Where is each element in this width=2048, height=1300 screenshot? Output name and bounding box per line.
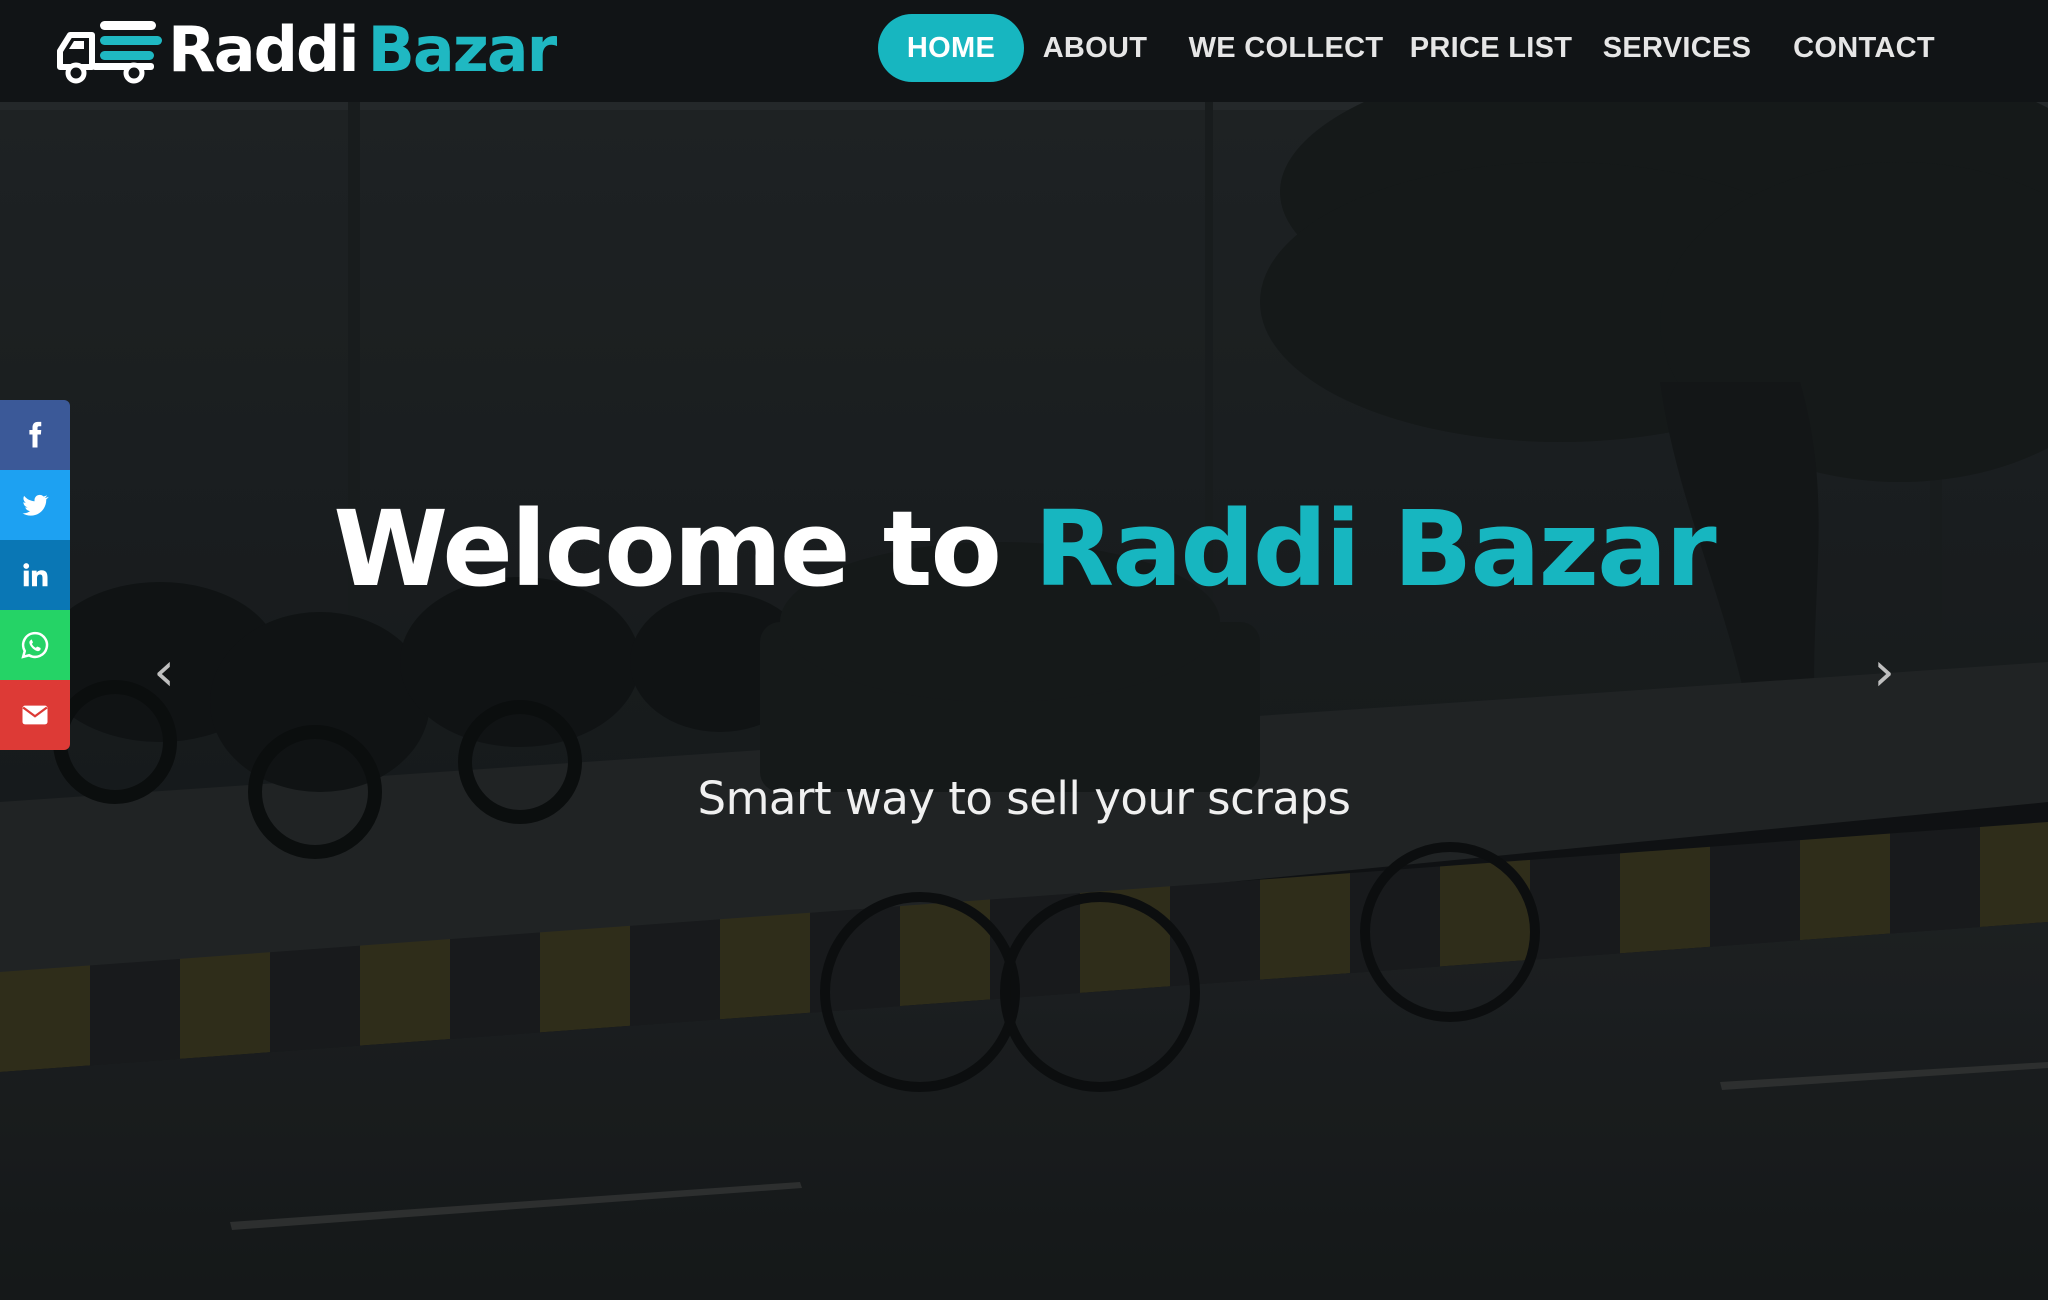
brand-name-part1: Raddi bbox=[168, 13, 360, 86]
nav-about[interactable]: ABOUT bbox=[1032, 14, 1158, 82]
email-share-button[interactable] bbox=[0, 680, 70, 750]
hero-carousel: Welcome to Raddi Bazar Smart way to sell… bbox=[0, 102, 2048, 1300]
hero-title-accent: Raddi Bazar bbox=[1034, 488, 1716, 610]
nav-contact[interactable]: CONTACT bbox=[1776, 14, 1952, 82]
nav-services[interactable]: SERVICES bbox=[1593, 14, 1761, 82]
top-navbar: Raddi Bazar HOME ABOUT WE COLLECT PRICE L… bbox=[0, 0, 2048, 102]
brand-name-part2: Bazar bbox=[367, 13, 558, 86]
facebook-share-button[interactable] bbox=[0, 400, 70, 470]
twitter-share-button[interactable] bbox=[0, 470, 70, 540]
nav-we-collect[interactable]: WE COLLECT bbox=[1188, 14, 1384, 82]
hero-title-prefix: Welcome to bbox=[333, 488, 1035, 610]
facebook-icon bbox=[29, 421, 42, 448]
carousel-next-button[interactable]: › bbox=[1854, 642, 1914, 702]
nav-home[interactable]: HOME bbox=[878, 14, 1024, 82]
whatsapp-share-button[interactable] bbox=[0, 610, 70, 680]
hero-title: Welcome to Raddi Bazar bbox=[0, 482, 2048, 616]
linkedin-share-button[interactable] bbox=[0, 540, 70, 610]
hero-background-image bbox=[0, 102, 2048, 1300]
brand-name: Raddi Bazar bbox=[168, 19, 557, 81]
carousel-prev-button[interactable]: ‹ bbox=[134, 642, 194, 702]
linkedin-icon bbox=[23, 563, 48, 587]
whatsapp-icon bbox=[21, 631, 49, 659]
social-share-bar bbox=[0, 400, 70, 750]
brand-logo[interactable]: Raddi Bazar bbox=[56, 14, 557, 86]
twitter-icon bbox=[22, 494, 49, 516]
email-icon bbox=[22, 705, 48, 725]
hero-subtitle: Smart way to sell your scraps bbox=[697, 772, 1351, 825]
delivery-truck-icon bbox=[57, 21, 162, 84]
nav-price-list[interactable]: PRICE LIST bbox=[1403, 14, 1579, 82]
